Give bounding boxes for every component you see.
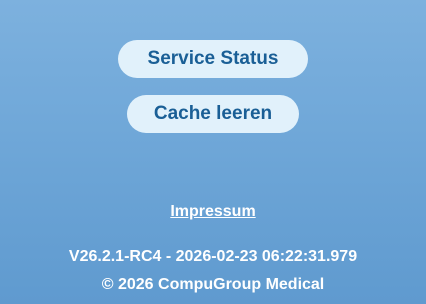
clear-cache-button[interactable]: Cache leeren [127,95,299,133]
service-status-button[interactable]: Service Status [118,40,308,78]
copyright-label: © 2026 CompuGroup Medical [101,276,325,293]
version-label: V26.2.1-RC4 - 2026-02-23 06:22:31.979 [68,248,358,265]
footer-panel: Service Status Cache leeren Impressum V2… [0,0,426,304]
impressum-link[interactable]: Impressum [0,203,426,221]
